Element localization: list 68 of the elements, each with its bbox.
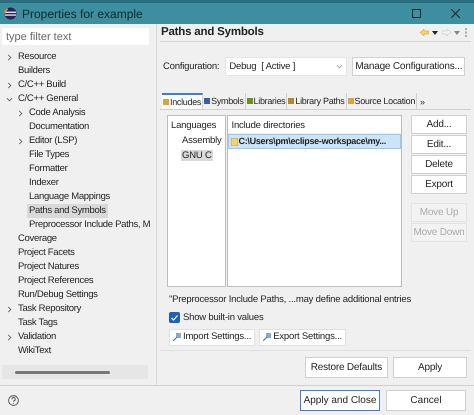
button[interactable]: Apply (393, 356, 467, 378)
tree-item[interactable]: Builders (16, 64, 52, 78)
chevron-down-icon[interactable] (6, 96, 13, 102)
maximize-icon[interactable] (412, 9, 421, 18)
tree-item[interactable]: Indexer (27, 176, 61, 190)
tree-item[interactable]: Paths and Symbols (27, 204, 108, 218)
tree-item[interactable]: Run/Debug Settings (16, 288, 100, 302)
tree-item[interactable]: Resource (16, 50, 58, 64)
page-title: Paths and Symbols (161, 25, 264, 40)
button[interactable]: Add... (411, 115, 467, 134)
list-heading: Languages (170, 119, 218, 134)
tree-item[interactable]: C/C++ General (16, 92, 80, 106)
tree-item[interactable]: WikiText (16, 344, 53, 358)
tab[interactable]: Libraries (246, 93, 288, 110)
tab[interactable]: Includes (162, 93, 204, 110)
tree-item[interactable]: Validation (16, 330, 58, 344)
chevron-right-icon[interactable] (17, 110, 24, 116)
export-icon (263, 333, 272, 342)
tree-item[interactable]: Documentation (27, 120, 91, 134)
tree-item[interactable]: File Types (27, 148, 72, 162)
window-title: Properties for example (22, 6, 143, 22)
tree-item[interactable]: Task Tags (16, 316, 60, 330)
import-icon (173, 333, 181, 342)
chevron-right-icon[interactable] (6, 306, 13, 312)
chevron-right-icon[interactable] (17, 138, 24, 144)
directory-row[interactable]: C:\Users\pm\eclipse-workspace\my... (228, 134, 401, 150)
tree-item[interactable]: Coverage (16, 232, 59, 246)
scrollbar-thumb[interactable] (15, 370, 110, 374)
configuration-dropdown[interactable]: Debug [ Active ] (225, 57, 348, 76)
checkbox-label: Show built-in values (183, 310, 264, 324)
chevron-right-icon[interactable] (6, 82, 13, 88)
language-item[interactable]: Assembly (181, 135, 223, 146)
dialog-button[interactable]: Cancel (386, 390, 466, 411)
configuration-label: Configuration: (163, 60, 220, 74)
button[interactable]: Edit... (411, 135, 467, 154)
chevron-right-icon[interactable] (6, 54, 13, 60)
chevron-right-icon[interactable] (6, 334, 13, 340)
dropdown-arrow-icon[interactable] (432, 30, 438, 35)
tree-item[interactable]: Language Mappings (27, 190, 112, 204)
button[interactable]: Export (411, 175, 467, 194)
tree-item[interactable]: Project Facets (16, 246, 77, 260)
tab[interactable]: Library Paths (287, 93, 346, 110)
chevron-down-icon (336, 64, 344, 70)
settings-button[interactable]: Export Settings... (259, 328, 346, 346)
tree-item[interactable]: Preprocessor Include Paths, M (27, 218, 152, 232)
checkbox[interactable] (169, 312, 180, 324)
tab[interactable]: Source Location (346, 93, 418, 110)
note-text: "Preprocessor Include Paths, ...may define additional entries (169, 294, 412, 306)
help-icon[interactable] (8, 395, 19, 406)
tree-item[interactable]: Editor (LSP) (27, 134, 80, 148)
filter-field[interactable]: type filter text (2, 28, 149, 45)
close-icon[interactable] (451, 9, 460, 18)
button[interactable]: Manage Configurations... (352, 57, 466, 76)
button[interactable]: Restore Defaults (304, 356, 388, 378)
app-icon (4, 7, 17, 20)
more-tabs-button[interactable]: » (417, 95, 428, 110)
tree-item[interactable]: Formatter (27, 162, 70, 176)
tree-item[interactable]: Code Analysis (27, 106, 88, 120)
dialog-button[interactable]: Apply and Close (300, 390, 380, 411)
button[interactable]: Delete (411, 155, 467, 174)
checkmark-icon (171, 314, 178, 321)
tab[interactable]: Symbols (203, 93, 246, 110)
tree-item[interactable]: Project Natures (16, 260, 81, 274)
language-item[interactable]: GNU C (181, 150, 213, 162)
settings-button[interactable]: Import Settings... (169, 328, 256, 346)
tree-item[interactable]: Project References (16, 274, 96, 288)
tree-item[interactable]: Task Repository (16, 302, 84, 316)
tree-item[interactable]: C/C++ Build (16, 78, 68, 92)
